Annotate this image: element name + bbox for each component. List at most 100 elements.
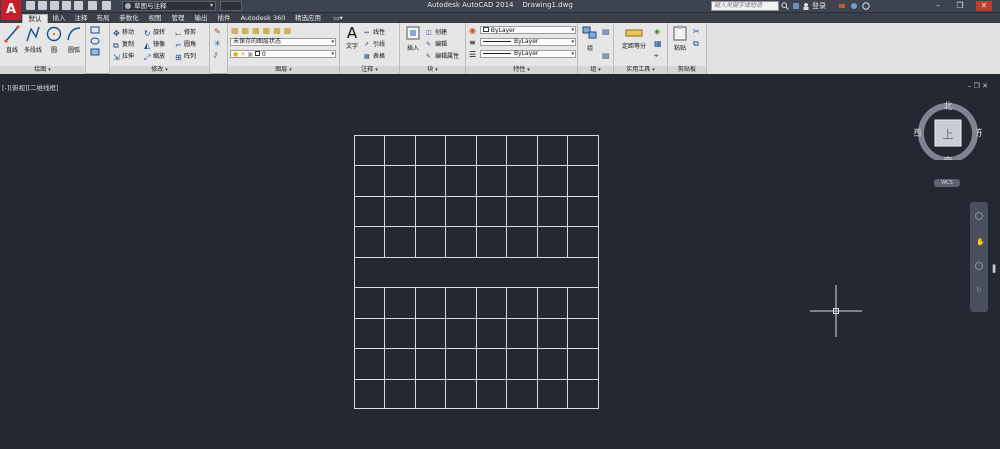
orbit-icon[interactable]: ↻ (976, 286, 982, 294)
compass-east[interactable]: 东 (975, 127, 982, 139)
tab-default[interactable]: 默认 (22, 14, 48, 23)
workspace-dropdown[interactable]: 草图与注释 ▾ (122, 1, 216, 11)
draw-panel-label[interactable]: 绘图 ▾ (0, 66, 85, 74)
group-tool[interactable]: 组 (580, 25, 600, 52)
copy-clip-icon[interactable]: ⧉ (693, 39, 699, 49)
tab-panel-toggle[interactable]: ▭▾ (330, 14, 346, 23)
redo-icon[interactable] (102, 1, 111, 10)
paste-tool[interactable]: 粘贴 (670, 25, 690, 52)
layer-dropdown[interactable]: ● ☀ ▣ 0 ▾ (230, 50, 336, 58)
layer-state-dropdown[interactable]: 未保存的图层状态 ▾ (230, 38, 336, 46)
subscription-icon[interactable] (792, 2, 800, 10)
calculator-icon[interactable]: ▦ (654, 39, 662, 48)
close-button[interactable]: ✕ (976, 1, 992, 11)
id-point-icon[interactable]: ⌖ (654, 51, 659, 61)
application-menu-button[interactable]: A (1, 0, 21, 20)
offset-icon[interactable]: ⫽ (214, 51, 218, 61)
copy-tool[interactable]: ⧉ 复制 (113, 39, 134, 50)
stretch-tool[interactable]: ⇲ 拉伸 (113, 51, 134, 62)
match-properties-icon[interactable]: ◉ (469, 26, 476, 35)
block-panel-label[interactable]: 块 ▾ (400, 66, 465, 74)
color-dropdown[interactable]: ByLayer ▾ (480, 26, 576, 34)
rotate-tool[interactable]: ↻ 旋转 (144, 27, 165, 38)
viewcube[interactable]: 上 北 南 西 东 (914, 100, 982, 160)
erase-icon[interactable]: ✎ (214, 27, 221, 36)
annotation-panel-label[interactable]: 注释 ▾ (340, 66, 399, 74)
save-icon[interactable] (50, 1, 59, 10)
quick-select-icon[interactable]: ◈ (654, 27, 660, 36)
new-file-icon[interactable] (26, 1, 35, 10)
wcs-menu[interactable]: WCS (934, 179, 960, 187)
qat-customize-dropdown[interactable] (220, 1, 242, 11)
undo-icon[interactable] (88, 1, 97, 10)
navbar-expand-icon[interactable]: ▐ (990, 265, 995, 273)
clipboard-panel-label[interactable]: 剪贴板 (668, 66, 706, 74)
move-tool[interactable]: ✥ 移动 (113, 27, 134, 38)
compass-south[interactable]: 南 (943, 155, 952, 160)
polyline-tool[interactable]: 多段线 (22, 25, 44, 54)
scale-tool[interactable]: ⤢ 缩放 (144, 51, 165, 62)
compass-west[interactable]: 西 (914, 128, 922, 139)
login-link[interactable]: 登录 (812, 1, 826, 11)
linear-dim-tool[interactable]: ↔ 线性 (364, 27, 385, 36)
drawing-canvas[interactable]: [-][俯视][二维线框] – ❐ ✕ 上 北 西 东 WCS ✋ ↻ ▐ (0, 75, 1000, 449)
mirror-tool[interactable]: ◭ 镜像 (144, 39, 165, 50)
table-drawing[interactable] (354, 135, 600, 410)
compass-north[interactable]: 北 (943, 101, 952, 112)
edit-block-tool[interactable]: ✎ 编辑 (426, 39, 447, 48)
tab-addins[interactable]: 插件 (214, 14, 234, 23)
fillet-tool[interactable]: ⌐ 圆角 (175, 39, 196, 50)
edit-attributes-tool[interactable]: ✎ 编辑属性 (426, 51, 459, 60)
tab-autodesk-360[interactable]: Autodesk 360 (238, 14, 288, 23)
layers-panel-label[interactable]: 图层 ▾ (228, 66, 339, 74)
hatch-icon[interactable] (90, 48, 100, 56)
help-icon[interactable] (862, 2, 870, 10)
tab-output[interactable]: 输出 (191, 14, 211, 23)
zoom-icon[interactable] (975, 262, 983, 270)
circle-tool[interactable]: 圆 (44, 25, 64, 54)
utilities-panel-label[interactable]: 实用工具 ▾ (614, 66, 667, 74)
tab-insert[interactable]: 插入 (49, 14, 69, 23)
properties-panel-label[interactable]: 特性 ▾ (466, 66, 577, 74)
viewport-window-controls[interactable]: – ❐ ✕ (968, 82, 988, 90)
cut-icon[interactable]: ✂ (693, 27, 700, 36)
plot-icon[interactable] (74, 1, 83, 10)
tab-annotate[interactable]: 注释 (71, 14, 91, 23)
minimize-button[interactable]: – (930, 1, 946, 11)
pan-icon[interactable]: ✋ (976, 238, 985, 246)
ellipse-icon[interactable] (90, 37, 100, 45)
tab-view[interactable]: 视图 (145, 14, 165, 23)
exchange-icon[interactable] (838, 2, 846, 10)
leader-tool[interactable]: ↗ 引线 (364, 39, 385, 48)
linetype-dropdown[interactable]: ByLayer ▾ (480, 38, 576, 46)
tab-parametric[interactable]: 参数化 (116, 14, 142, 23)
explode-icon[interactable]: ✳ (214, 39, 221, 48)
tab-manage[interactable]: 管理 (168, 14, 188, 23)
search-input[interactable]: 键入关键字或短语 (711, 1, 779, 11)
ungroup-icon[interactable]: ▤ (602, 27, 610, 36)
text-tool[interactable]: A 文字 (342, 25, 362, 50)
open-file-icon[interactable] (38, 1, 47, 10)
create-block-tool[interactable]: ◫ 创建 (426, 27, 447, 36)
groups-panel-label[interactable]: 组 ▾ (578, 66, 613, 74)
array-tool[interactable]: ⊞ 阵列 (175, 51, 196, 62)
tab-featured-apps[interactable]: 精选应用 (290, 14, 326, 23)
user-icon[interactable] (802, 2, 810, 10)
tab-layout[interactable]: 布局 (93, 14, 113, 23)
rectangle-icon[interactable] (90, 26, 100, 34)
table-tool[interactable]: ▦ 表格 (364, 51, 385, 60)
navigation-bar[interactable]: ✋ ↻ (970, 202, 988, 312)
viewport-controls-label[interactable]: [-][俯视][二维线框] (2, 82, 59, 92)
search-icon[interactable] (781, 2, 789, 10)
line-tool[interactable]: 直线 (2, 25, 22, 54)
steering-wheel-icon[interactable] (975, 212, 983, 220)
group-edit-icon[interactable]: ▤ (602, 51, 610, 60)
trim-tool[interactable]: ⤚ 修剪 (175, 27, 196, 38)
stay-connected-icon[interactable] (850, 2, 858, 10)
modify-panel-label[interactable]: 修改 ▾ (110, 66, 209, 74)
insert-block-tool[interactable]: 插入 (402, 25, 424, 52)
lineweight-dropdown[interactable]: ByLayer ▾ (480, 50, 576, 58)
arc-tool[interactable]: 圆弧 (64, 25, 84, 54)
layer-tools-icons[interactable]: ▦▦▦▦▦▦ (231, 26, 294, 35)
divide-tool[interactable]: 定距等分 (616, 27, 652, 50)
